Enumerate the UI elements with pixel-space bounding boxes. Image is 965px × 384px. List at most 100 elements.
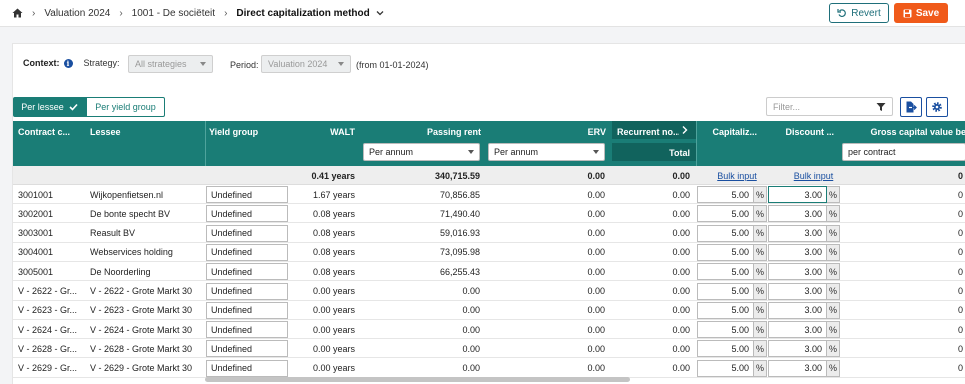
percent-suffix: % (754, 224, 767, 242)
yield-group-select[interactable]: Undefined (206, 186, 288, 203)
passing-rent-period-select[interactable]: Per annum (363, 143, 480, 161)
percent-suffix: % (827, 224, 840, 242)
capitalization-rate-input[interactable]: 5.00 (697, 359, 754, 377)
gross-capital-value-cell: 0 (957, 305, 963, 316)
table-row[interactable]: 3003001 Reasult BV Undefined 0.08 years 59,0… (13, 223, 965, 243)
discount-rate-input[interactable]: 3.00 (768, 321, 827, 339)
export-button[interactable] (900, 97, 922, 117)
erv-cell: 0.00 (587, 228, 605, 239)
filter-input[interactable]: Filter... (766, 97, 893, 116)
header-yield-group[interactable]: Yield group (209, 127, 289, 137)
capitalization-rate-input[interactable]: 5.00 (697, 186, 754, 203)
breadcrumb-valuation[interactable]: Valuation 2024 (44, 8, 110, 19)
context-label: Context: (23, 58, 60, 68)
header-gross-capital-value[interactable]: Gross capital value be (845, 127, 965, 137)
erv-cell: 0.00 (587, 266, 605, 277)
capitalization-rate-input[interactable]: 5.00 (697, 224, 754, 242)
discount-rate-input[interactable]: 3.00 (768, 243, 827, 261)
save-button[interactable]: Save (894, 3, 948, 23)
yield-group-select[interactable]: Undefined (206, 243, 288, 261)
header-lessee[interactable]: Lessee (90, 127, 200, 137)
discount-rate-input[interactable]: 3.00 (768, 263, 827, 281)
capitalization-rate-input[interactable]: 5.00 (697, 205, 754, 223)
gross-capital-value-cell: 0 (957, 247, 963, 258)
save-label: Save (915, 7, 940, 19)
contract-cell: 3004001 (18, 247, 54, 258)
contract-cell: V - 2629 - Gr... (18, 363, 78, 374)
capitalization-rate-input[interactable]: 5.00 (697, 263, 754, 281)
discount-rate-input[interactable]: 3.00 (768, 205, 827, 223)
header-erv[interactable]: ERV (488, 127, 606, 137)
walt-cell: 0.00 years (312, 343, 355, 354)
erv-cell: 0.00 (587, 208, 605, 219)
discount-rate-input[interactable]: 3.00 (768, 340, 827, 358)
horizontal-scrollbar[interactable] (205, 377, 630, 382)
table-row[interactable]: V - 2623 - Gr... V - 2623 - Grote Markt 3… (13, 300, 965, 320)
table-row[interactable]: 3005001 De Noorderling Undefined 0.08 years… (13, 262, 965, 282)
capitalization-rate-input[interactable]: 5.00 (697, 301, 754, 319)
yield-group-select[interactable]: Undefined (206, 301, 288, 319)
capitalization-bulk-input-link[interactable]: Bulk input (703, 166, 771, 185)
yield-group-select[interactable]: Undefined (206, 263, 288, 281)
contract-cell: V - 2628 - Gr... (18, 343, 78, 354)
funnel-icon[interactable] (876, 102, 886, 112)
discount-rate-input[interactable]: 3.00 (768, 282, 827, 300)
walt-cell: 0.00 years (312, 324, 355, 335)
header-contract[interactable]: Contract c... (18, 127, 84, 137)
lessee-cell: V - 2623 - Grote Markt 30 (90, 305, 193, 316)
home-icon[interactable] (12, 8, 23, 18)
caret-down-icon (200, 62, 206, 66)
settings-button[interactable] (926, 97, 948, 117)
discount-rate-input[interactable]: 3.00 (768, 186, 827, 203)
yield-group-select[interactable]: Undefined (206, 205, 288, 223)
passing-rent-cell: 0.00 (462, 343, 480, 354)
gross-basis-value: per contract (848, 147, 896, 157)
yield-group-select[interactable]: Undefined (206, 340, 288, 358)
discount-rate-input[interactable]: 3.00 (768, 301, 827, 319)
yield-group-select[interactable]: Undefined (206, 224, 288, 242)
header-discount[interactable]: Discount ... (768, 127, 834, 137)
revert-button[interactable]: Revert (829, 3, 889, 23)
capitalization-rate-input[interactable]: 5.00 (697, 340, 754, 358)
recurrent-cell: 0.00 (672, 363, 690, 374)
yield-group-select[interactable]: Undefined (206, 282, 288, 300)
header-passing-rent[interactable]: Passing rent (363, 127, 481, 137)
filter-placeholder: Filter... (773, 101, 801, 112)
table-row[interactable]: V - 2624 - Gr... V - 2624 - Grote Markt 3… (13, 320, 965, 340)
tab-per-lessee[interactable]: Per lessee (13, 97, 86, 117)
yield-group-select[interactable]: Undefined (206, 359, 288, 377)
table-row[interactable]: 3001001 Wijkopenfietsen.nl Undefined 1.67 y… (13, 185, 965, 204)
passing-rent-cell: 71,490.40 (439, 208, 480, 219)
total-gross: 0 (957, 170, 963, 181)
capitalization-rate-input[interactable]: 5.00 (697, 321, 754, 339)
chevron-right-icon[interactable] (681, 125, 689, 137)
breadcrumb-property[interactable]: 1001 - De sociëteit (132, 8, 215, 19)
breadcrumb-method[interactable]: Direct capitalization method (236, 8, 369, 19)
chevron-down-icon[interactable] (376, 9, 384, 17)
gear-icon (931, 101, 943, 113)
discount-rate-input[interactable]: 3.00 (768, 224, 827, 242)
table-row[interactable]: V - 2628 - Gr... V - 2628 - Grote Markt 3… (13, 339, 965, 359)
table-row[interactable]: V - 2622 - Gr... V - 2622 - Grote Markt 3… (13, 281, 965, 301)
discount-bulk-input-link[interactable]: Bulk input (777, 166, 850, 185)
header-walt[interactable]: WALT (293, 127, 355, 137)
info-icon[interactable]: i (63, 58, 73, 68)
yield-group-select[interactable]: Undefined (206, 321, 288, 339)
walt-cell: 0.08 years (312, 247, 355, 258)
percent-suffix: % (754, 243, 767, 261)
erv-period-select[interactable]: Per annum (488, 143, 605, 161)
discount-rate-input[interactable]: 3.00 (768, 359, 827, 377)
walt-cell: 1.67 years (312, 189, 355, 200)
tab-per-yield-group[interactable]: Per yield group (86, 97, 165, 117)
header-recurrent[interactable]: Recurrent no... (617, 127, 679, 137)
table-row[interactable]: V - 2629 - Gr... V - 2629 - Grote Markt 3… (13, 358, 965, 378)
gross-basis-select[interactable]: per contract (842, 143, 965, 161)
total-recurrent: 0.00 (672, 170, 690, 181)
capitalization-rate-input[interactable]: 5.00 (697, 282, 754, 300)
lessee-cell: De bonte specht BV (90, 208, 171, 219)
table-row[interactable]: 3002001 De bonte specht BV Undefined 0.08 y… (13, 204, 965, 224)
table-row[interactable]: 3004001 Webservices holding Undefined 0.08 … (13, 242, 965, 262)
header-capitalization[interactable]: Capitaliz... (701, 127, 757, 137)
capitalization-rate-input[interactable]: 5.00 (697, 243, 754, 261)
passing-rent-cell: 0.00 (462, 324, 480, 335)
